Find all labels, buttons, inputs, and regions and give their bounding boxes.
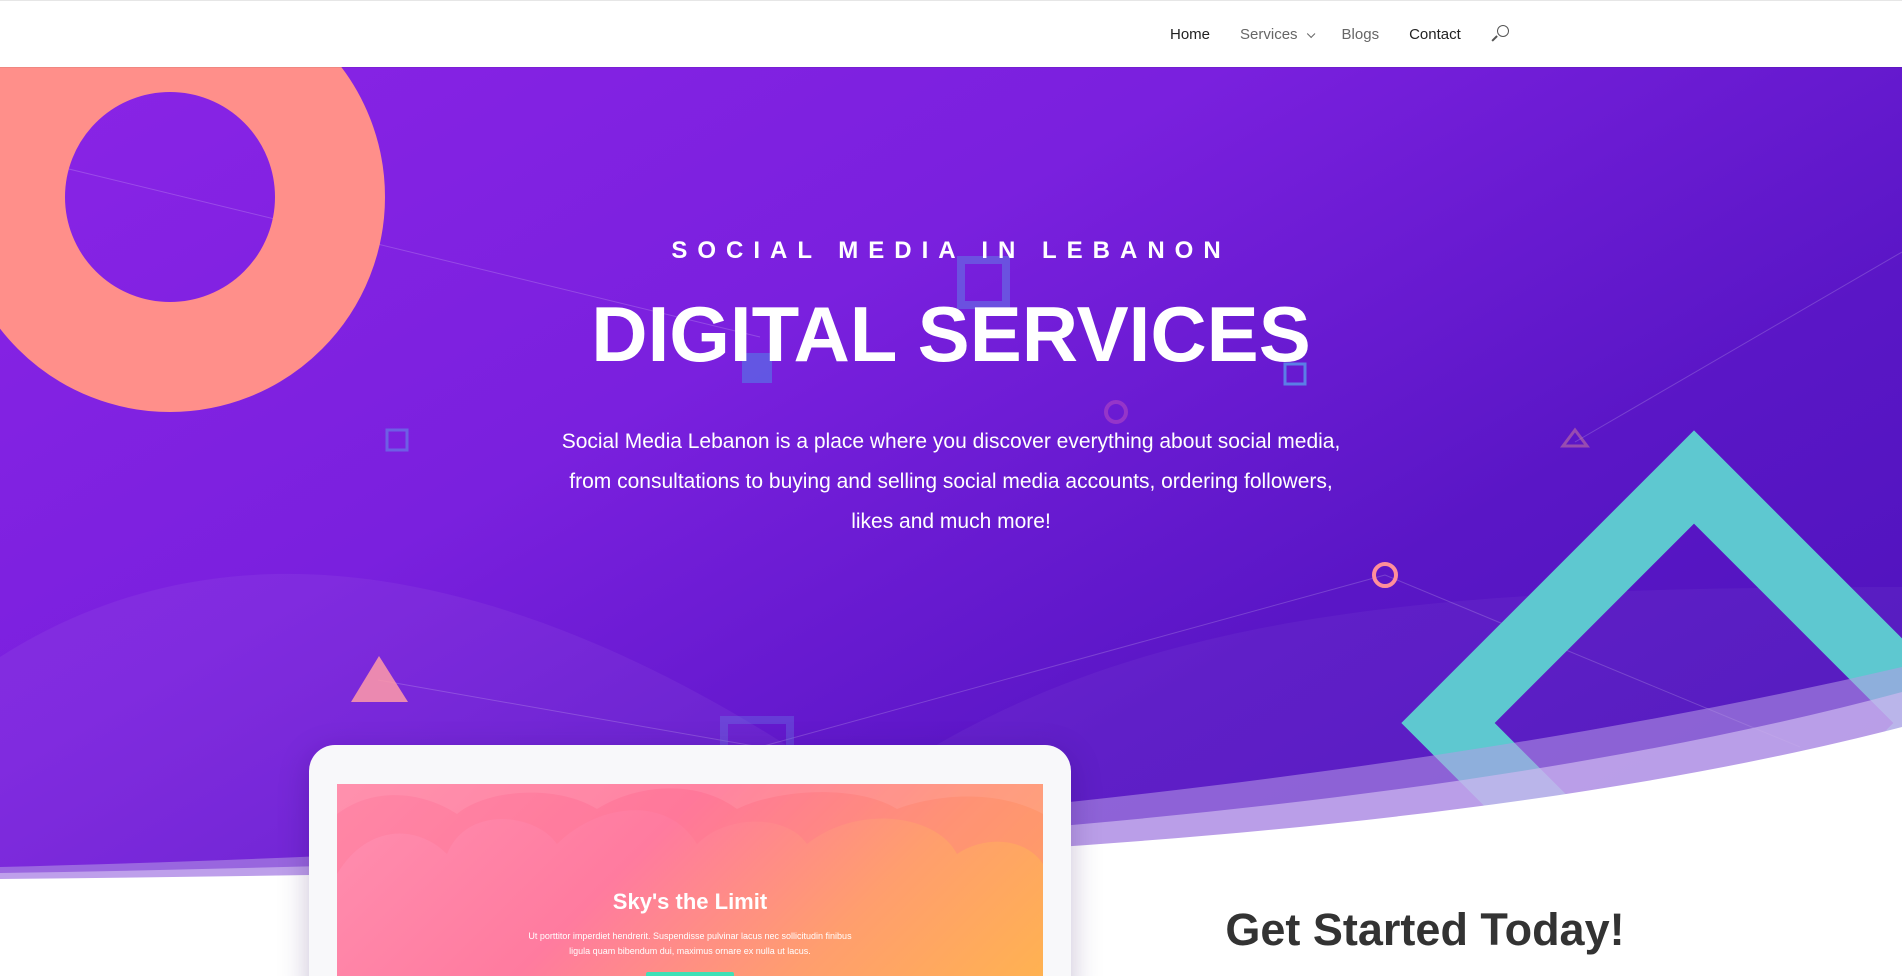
device-screen: Sky's the Limit Ut porttitor imperdiet h… bbox=[337, 784, 1043, 976]
mockup-button bbox=[646, 972, 734, 976]
site-header: Home Services Blogs Contact bbox=[0, 0, 1902, 67]
nav-item-home[interactable]: Home bbox=[1170, 26, 1210, 43]
cta-title: Get Started Today! bbox=[1225, 904, 1625, 955]
hero-description: Social Media Lebanon is a place where yo… bbox=[561, 430, 1341, 533]
small-ring-shape bbox=[1104, 400, 1128, 424]
device-mockup: Sky's the Limit Ut porttitor imperdiet h… bbox=[309, 745, 1071, 976]
hero-title: DIGITAL SERVICES bbox=[591, 290, 1311, 378]
search-icon[interactable] bbox=[1491, 25, 1509, 43]
nav-item-services[interactable]: Services bbox=[1240, 25, 1315, 43]
chevron-down-icon bbox=[1306, 29, 1315, 38]
nav-item-contact[interactable]: Contact bbox=[1409, 26, 1461, 43]
main-nav: Home Services Blogs Contact bbox=[1170, 25, 1509, 43]
mockup-title: Sky's the Limit bbox=[612, 889, 768, 914]
nav-item-services-label: Services bbox=[1240, 25, 1298, 43]
hero-subtitle: SOCIAL MEDIA IN LEBANON bbox=[671, 237, 1231, 264]
square-outline-shape bbox=[385, 428, 409, 452]
nav-item-blogs[interactable]: Blogs bbox=[1342, 26, 1380, 43]
cloud-layer bbox=[337, 784, 1043, 874]
triangle-outline-shape bbox=[1560, 427, 1590, 448]
mockup-text: Ut porttitor imperdiet hendrerit. Suspen… bbox=[528, 931, 852, 956]
